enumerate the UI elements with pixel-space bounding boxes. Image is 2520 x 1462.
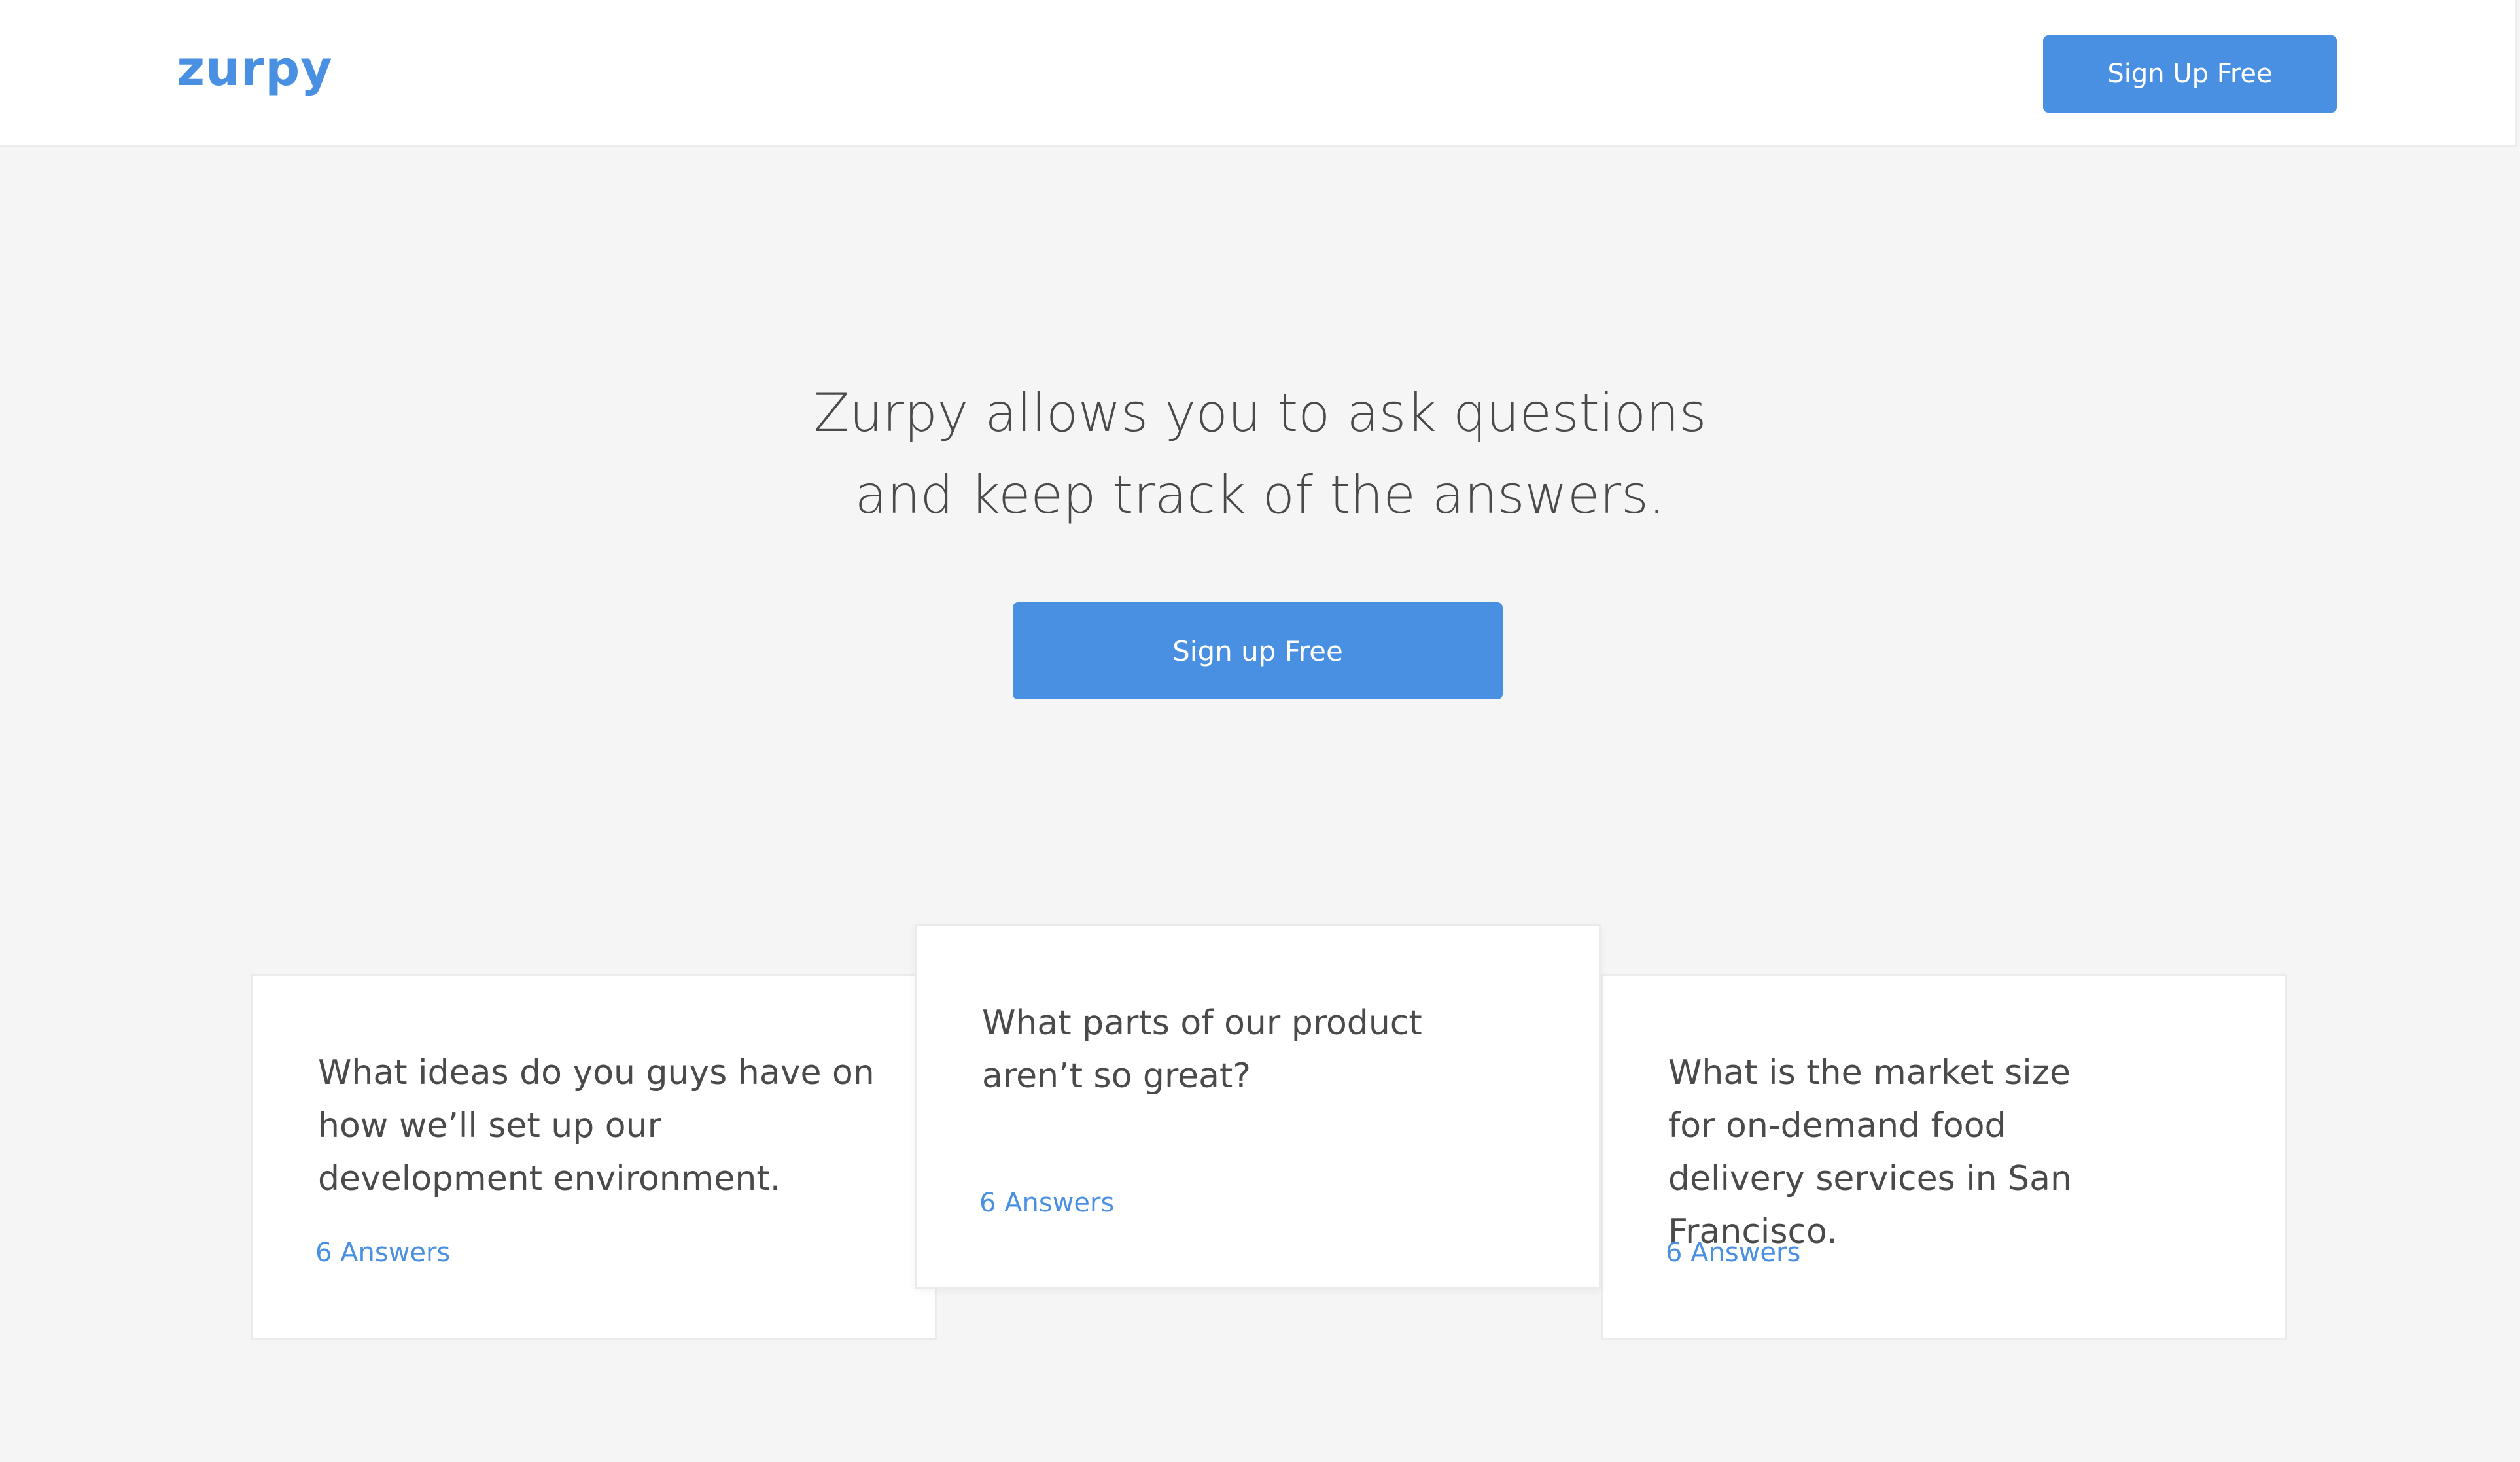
question-card[interactable]: What ideas do you guys have on how we’ll…: [251, 974, 937, 1340]
question-text: What parts of our product aren’t so grea…: [982, 1003, 1422, 1096]
answers-link[interactable]: 6 Answers: [979, 1188, 1114, 1218]
question-card[interactable]: What is the market size for on-demand fo…: [1601, 974, 2287, 1340]
header: zurpy Sign Up Free: [0, 0, 2517, 147]
hero-headline-line-1: Zurpy allows you to ask questions: [813, 383, 1707, 444]
logo[interactable]: zurpy: [177, 41, 332, 97]
hero-sign-up-button[interactable]: Sign up Free: [1013, 602, 1503, 699]
question-text: What ideas do you guys have on how we’ll…: [318, 1053, 875, 1198]
answers-link[interactable]: 6 Answers: [315, 1238, 450, 1268]
answers-link[interactable]: 6 Answers: [1666, 1238, 1800, 1268]
question-card[interactable]: What parts of our product aren’t so grea…: [915, 924, 1601, 1289]
header-sign-up-button[interactable]: Sign Up Free: [2043, 35, 2337, 113]
question-text: What is the market size for on-demand fo…: [1668, 1053, 2072, 1251]
hero-headline-line-2: and keep track of the answers.: [854, 464, 1666, 525]
